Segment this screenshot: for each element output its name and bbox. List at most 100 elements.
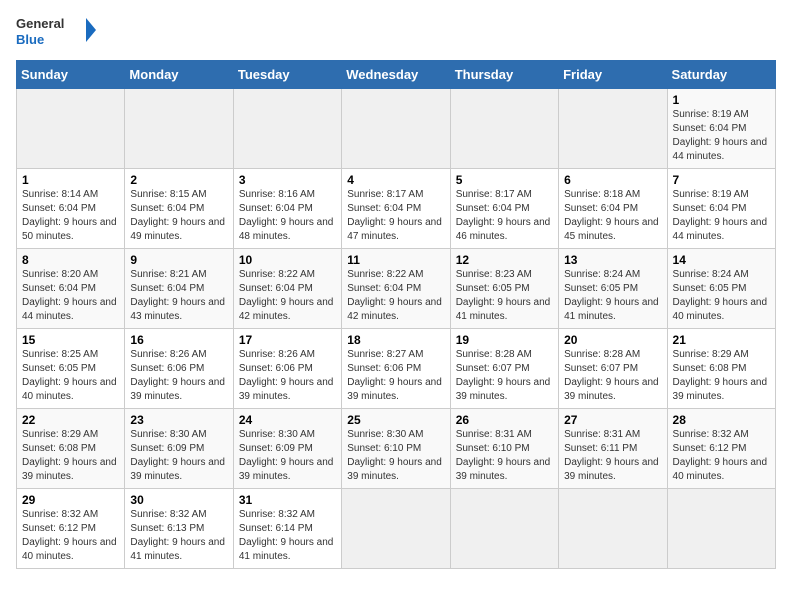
week-row-2: 8Sunrise: 8:20 AMSunset: 6:04 PMDaylight… [17,249,776,329]
calendar-cell: 18 Sunrise: 8:27 AMSunset: 6:06 PMDayligh… [342,329,450,409]
col-header-tuesday: Tuesday [233,61,341,89]
day-info: Sunrise: 8:22 AMSunset: 6:04 PMDaylight:… [347,269,442,322]
day-number: 30 [130,493,227,507]
day-number: 2 [130,173,227,187]
calendar-cell: 2 Sunrise: 8:15 AMSunset: 6:04 PMDaylight… [125,169,233,249]
day-number: 17 [239,333,336,347]
calendar-cell [233,89,341,169]
day-info: Sunrise: 8:15 AMSunset: 6:04 PMDaylight:… [130,189,225,242]
day-number: 1 [673,93,770,107]
header: General Blue [16,12,776,52]
col-header-saturday: Saturday [667,61,775,89]
day-info: Sunrise: 8:30 AMSunset: 6:09 PMDaylight:… [130,429,225,482]
calendar-cell: 22 Sunrise: 8:29 AMSunset: 6:08 PMDayligh… [17,409,125,489]
calendar-cell: 20 Sunrise: 8:28 AMSunset: 6:07 PMDayligh… [559,329,667,409]
day-info: Sunrise: 8:16 AMSunset: 6:04 PMDaylight:… [239,189,334,242]
day-info: Sunrise: 8:32 AMSunset: 6:14 PMDaylight:… [239,509,334,562]
svg-text:General: General [16,16,64,31]
calendar-cell: 31Sunrise: 8:32 AMSunset: 6:14 PMDayligh… [233,489,341,569]
day-number: 7 [673,173,770,187]
calendar-cell [342,89,450,169]
calendar-cell: 21Sunrise: 8:29 AMSunset: 6:08 PMDayligh… [667,329,775,409]
calendar-cell: 30 Sunrise: 8:32 AMSunset: 6:13 PMDayligh… [125,489,233,569]
logo-svg: General Blue [16,12,96,52]
day-number: 29 [22,493,119,507]
day-number: 24 [239,413,336,427]
calendar-cell [667,489,775,569]
calendar-cell [450,489,558,569]
calendar-cell: 12Sunrise: 8:23 AMSunset: 6:05 PMDayligh… [450,249,558,329]
calendar-cell: 5 Sunrise: 8:17 AMSunset: 6:04 PMDaylight… [450,169,558,249]
day-number: 11 [347,253,444,267]
day-info: Sunrise: 8:27 AMSunset: 6:06 PMDaylight:… [347,349,442,402]
day-info: Sunrise: 8:24 AMSunset: 6:05 PMDaylight:… [564,269,659,322]
week-row-3: 15Sunrise: 8:25 AMSunset: 6:05 PMDayligh… [17,329,776,409]
day-info: Sunrise: 8:24 AMSunset: 6:05 PMDaylight:… [673,269,768,322]
calendar-cell: 23 Sunrise: 8:30 AMSunset: 6:09 PMDayligh… [125,409,233,489]
day-number: 5 [456,173,553,187]
day-number: 18 [347,333,444,347]
calendar-cell [342,489,450,569]
day-number: 15 [22,333,119,347]
calendar-cell: 11 Sunrise: 8:22 AMSunset: 6:04 PMDayligh… [342,249,450,329]
day-info: Sunrise: 8:29 AMSunset: 6:08 PMDaylight:… [22,429,117,482]
calendar-cell: 29 Sunrise: 8:32 AMSunset: 6:12 PMDayligh… [17,489,125,569]
calendar-cell [125,89,233,169]
calendar-cell: 27 Sunrise: 8:31 AMSunset: 6:11 PMDayligh… [559,409,667,489]
calendar-cell: 6Sunrise: 8:18 AMSunset: 6:04 PMDaylight… [559,169,667,249]
day-number: 22 [22,413,119,427]
day-info: Sunrise: 8:19 AMSunset: 6:04 PMDaylight:… [673,109,768,162]
day-info: Sunrise: 8:28 AMSunset: 6:07 PMDaylight:… [564,349,659,402]
day-number: 20 [564,333,661,347]
day-number: 3 [239,173,336,187]
week-row-1: 1 Sunrise: 8:14 AMSunset: 6:04 PMDaylight… [17,169,776,249]
col-header-sunday: Sunday [17,61,125,89]
day-number: 14 [673,253,770,267]
day-info: Sunrise: 8:14 AMSunset: 6:04 PMDaylight:… [22,189,117,242]
calendar-cell: 25Sunrise: 8:30 AMSunset: 6:10 PMDayligh… [342,409,450,489]
day-number: 19 [456,333,553,347]
logo: General Blue [16,12,96,52]
day-info: Sunrise: 8:30 AMSunset: 6:10 PMDaylight:… [347,429,442,482]
calendar-cell: 15Sunrise: 8:25 AMSunset: 6:05 PMDayligh… [17,329,125,409]
calendar-cell: 17 Sunrise: 8:26 AMSunset: 6:06 PMDayligh… [233,329,341,409]
calendar-cell: 14 Sunrise: 8:24 AMSunset: 6:05 PMDayligh… [667,249,775,329]
week-row-4: 22 Sunrise: 8:29 AMSunset: 6:08 PMDayligh… [17,409,776,489]
calendar-cell: 16 Sunrise: 8:26 AMSunset: 6:06 PMDayligh… [125,329,233,409]
day-number: 9 [130,253,227,267]
day-number: 8 [22,253,119,267]
col-header-friday: Friday [559,61,667,89]
col-header-thursday: Thursday [450,61,558,89]
calendar-table: SundayMondayTuesdayWednesdayThursdayFrid… [16,60,776,569]
day-info: Sunrise: 8:21 AMSunset: 6:04 PMDaylight:… [130,269,225,322]
day-info: Sunrise: 8:26 AMSunset: 6:06 PMDaylight:… [130,349,225,402]
day-number: 21 [673,333,770,347]
day-info: Sunrise: 8:31 AMSunset: 6:11 PMDaylight:… [564,429,659,482]
day-number: 4 [347,173,444,187]
day-info: Sunrise: 8:30 AMSunset: 6:09 PMDaylight:… [239,429,334,482]
week-row-0: 1 Sunrise: 8:19 AMSunset: 6:04 PMDaylight… [17,89,776,169]
calendar-cell: 1 Sunrise: 8:14 AMSunset: 6:04 PMDaylight… [17,169,125,249]
calendar-cell: 4 Sunrise: 8:17 AMSunset: 6:04 PMDaylight… [342,169,450,249]
calendar-cell: 8Sunrise: 8:20 AMSunset: 6:04 PMDaylight… [17,249,125,329]
day-number: 1 [22,173,119,187]
calendar-cell: 9 Sunrise: 8:21 AMSunset: 6:04 PMDaylight… [125,249,233,329]
day-number: 12 [456,253,553,267]
day-info: Sunrise: 8:26 AMSunset: 6:06 PMDaylight:… [239,349,334,402]
day-info: Sunrise: 8:32 AMSunset: 6:12 PMDaylight:… [22,509,117,562]
day-info: Sunrise: 8:17 AMSunset: 6:04 PMDaylight:… [456,189,551,242]
day-info: Sunrise: 8:32 AMSunset: 6:13 PMDaylight:… [130,509,225,562]
day-number: 13 [564,253,661,267]
day-number: 27 [564,413,661,427]
calendar-cell: 24 Sunrise: 8:30 AMSunset: 6:09 PMDayligh… [233,409,341,489]
calendar-cell [559,489,667,569]
day-info: Sunrise: 8:17 AMSunset: 6:04 PMDaylight:… [347,189,442,242]
day-info: Sunrise: 8:22 AMSunset: 6:04 PMDaylight:… [239,269,334,322]
calendar-cell: 10 Sunrise: 8:22 AMSunset: 6:04 PMDayligh… [233,249,341,329]
day-number: 10 [239,253,336,267]
calendar-cell: 13 Sunrise: 8:24 AMSunset: 6:05 PMDayligh… [559,249,667,329]
day-info: Sunrise: 8:19 AMSunset: 6:04 PMDaylight:… [673,189,768,242]
col-header-wednesday: Wednesday [342,61,450,89]
day-number: 23 [130,413,227,427]
day-number: 16 [130,333,227,347]
